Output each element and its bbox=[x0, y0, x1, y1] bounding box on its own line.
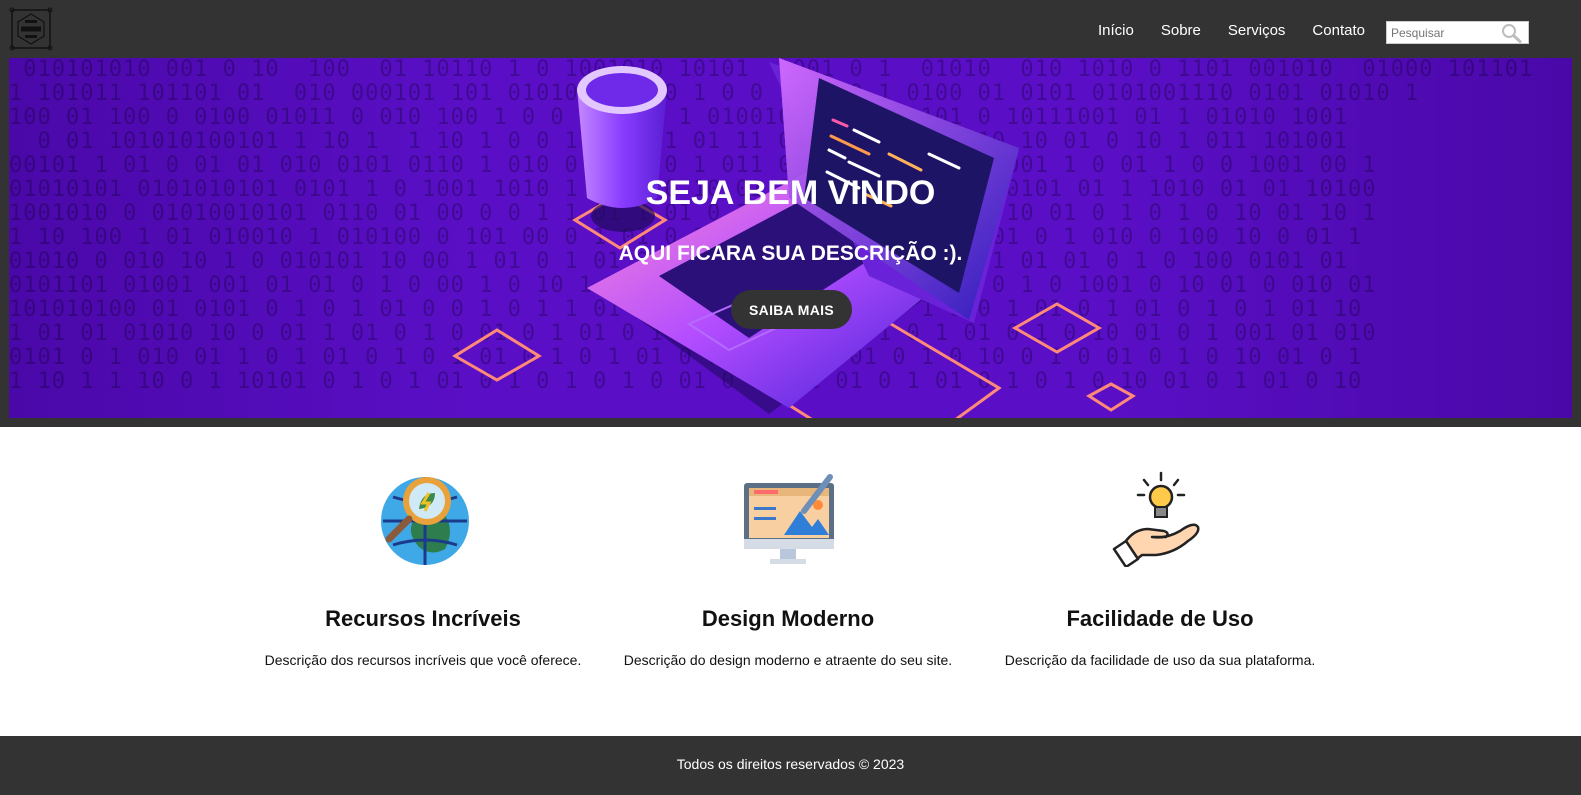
search-box bbox=[1386, 21, 1529, 44]
nav-link-sobre[interactable]: Sobre bbox=[1161, 22, 1201, 39]
hero-description: AQUI FICARA SUA DESCRIÇÃO :). bbox=[618, 242, 963, 265]
feature-title: Design Moderno bbox=[701, 606, 875, 631]
globe-magnifier-icon bbox=[381, 477, 469, 565]
feature-title: Recursos Incríveis bbox=[325, 606, 521, 631]
nav-link-contato[interactable]: Contato bbox=[1312, 22, 1365, 39]
logo-icon[interactable] bbox=[8, 6, 54, 52]
feature-description: Descrição do design moderno e atraente d… bbox=[623, 652, 953, 668]
nav-link-servicos[interactable]: Serviços bbox=[1228, 22, 1286, 39]
feature-title: Facilidade de Uso bbox=[1066, 606, 1254, 631]
laptop-illustration bbox=[452, 58, 1136, 418]
monitor-design-icon bbox=[744, 474, 834, 564]
hand-lightbulb-icon bbox=[1112, 471, 1200, 567]
hero-title: SEJA BEM VINDO bbox=[645, 174, 936, 212]
search-input[interactable] bbox=[1387, 22, 1497, 43]
site-header: Início Sobre Serviços Contato 010101010 … bbox=[0, 0, 1581, 427]
site-footer: Todos os direitos reservados © 2023 bbox=[0, 736, 1581, 795]
hero-banner: 010101010 001 0 10 100 01 10110 1 0 1001… bbox=[9, 58, 1572, 418]
learn-more-button[interactable]: SAIBA MAIS bbox=[731, 290, 852, 329]
navbar: Início Sobre Serviços Contato bbox=[0, 0, 1581, 58]
copyright-text: Todos os direitos reservados © 2023 bbox=[676, 756, 905, 772]
feature-description: Descrição da facilidade de uso da sua pl… bbox=[1004, 652, 1316, 668]
nav-link-inicio[interactable]: Início bbox=[1098, 22, 1134, 39]
nav-links: Início Sobre Serviços Contato bbox=[1098, 22, 1392, 39]
search-icon[interactable] bbox=[1500, 23, 1522, 43]
features-section: Recursos Incríveis Descrição dos recurso… bbox=[0, 427, 1581, 736]
feature-description: Descrição dos recursos incríveis que voc… bbox=[264, 652, 582, 668]
